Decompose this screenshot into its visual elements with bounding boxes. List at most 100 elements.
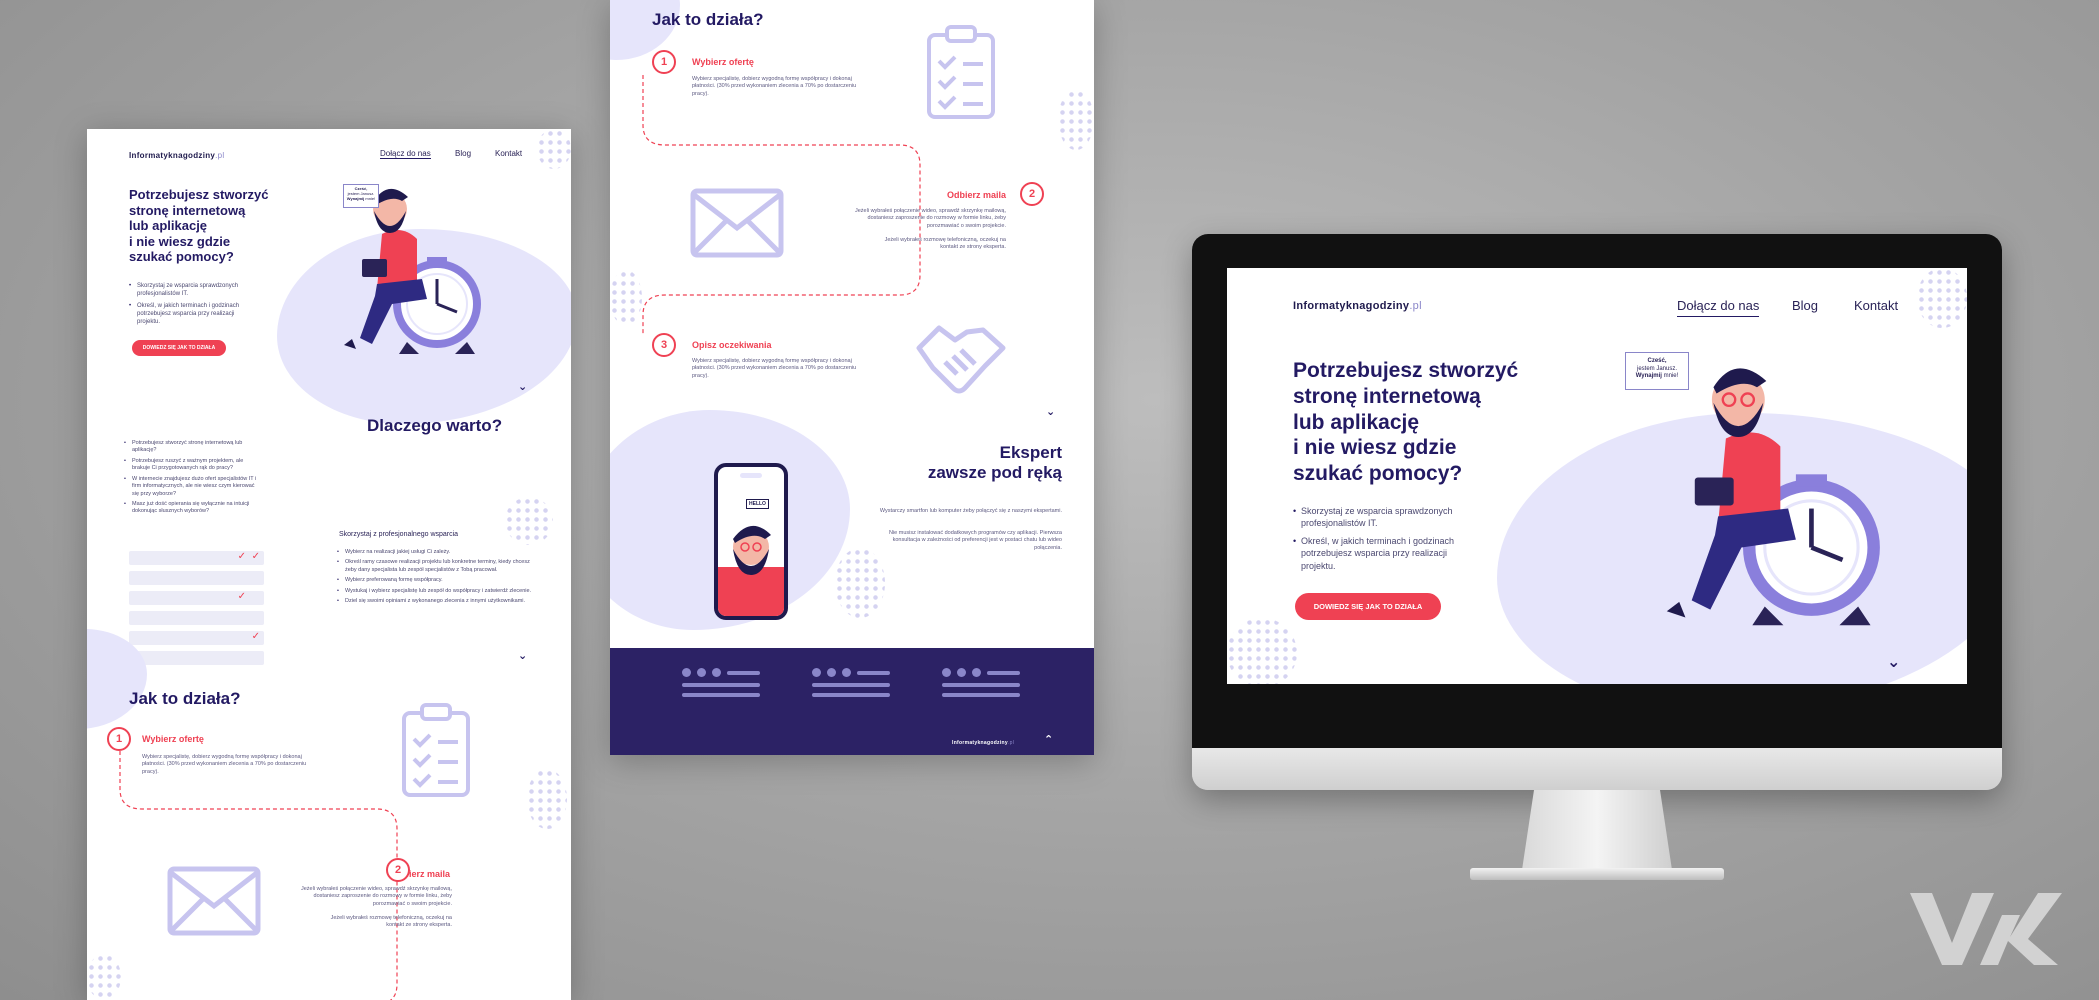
brand-name: Informatyknagodziny [1293,300,1410,312]
check-row [129,611,264,625]
middle-page-mockup: Jak to działa? 1 Wybierz ofertę Wybierz … [610,0,1094,755]
step-number: 2 [1020,182,1044,206]
check-row [129,651,264,665]
hero-bullet: Skorzystaj ze wsparcia sprawdzonych prof… [129,282,247,298]
step-title: Wybierz ofertę [142,734,204,744]
expert-title: Ekspert zawsze pod ręką [810,443,1062,482]
dots-decoration [610,270,642,326]
imac-screen-page: Informatyknagodziny.pl Dołącz do nas Blo… [1227,268,1967,684]
expert-text: Wystarczy smartfon lub komputer żeby poł… [879,508,1062,514]
checklist-illustration: ✓ ✓ ✓ ✓ [129,551,264,665]
imac-stand [1522,790,1672,870]
hero-bullets: Skorzystaj ze wsparcia sprawdzonych prof… [1293,505,1471,572]
brand-logo[interactable]: Informatyknagodziny.pl [129,151,225,160]
step-number: 3 [652,333,676,357]
phone-notch [740,473,762,478]
step-text: Jeżeli wybrałeś rozmowę telefoniczną, oc… [330,915,452,929]
imac-base [1470,868,1724,880]
scroll-top-icon[interactable]: ⌃ [1044,733,1053,746]
pro-support-list: Wybierz na realizacji jakiej usługi Ci z… [337,549,535,606]
step-text: Jeżeli wybrałeś rozmowę telefoniczną, oc… [884,237,1006,251]
learn-more-button[interactable]: DOWIEDZ SIĘ JAK TO DZIAŁA [132,340,226,356]
footer-column [812,668,890,697]
step-number: 2 [386,858,410,882]
hero-title-line: szukać pomocy? [1293,462,1463,486]
check-row: ✓ ✓ [129,551,264,565]
footer-column [682,668,760,697]
brand-name: Informatyknagodziny [129,151,216,160]
check-row: ✓ [129,591,264,605]
step-number: 1 [652,50,676,74]
scroll-down-icon[interactable]: ⌄ [1046,405,1055,418]
scroll-down-icon[interactable]: ⌄ [518,649,527,662]
step-text: Jeżeli wybrałeś połączenie wideo, sprawd… [300,886,452,907]
dots-decoration [527,769,567,829]
how-title: Jak to działa? [129,689,241,708]
hero-title: Potrzebujesz stworzyć stronę internetową… [129,187,299,265]
nav-blog[interactable]: Blog [1792,298,1818,313]
step-title: Opisz oczekiwania [692,340,772,350]
bubble-me: mnie! [365,195,376,201]
dots-decoration [537,129,571,169]
nav-contact[interactable]: Kontakt [1854,298,1898,313]
footer-logo[interactable]: Informatyknagodziny.pl [952,740,1014,746]
nav-contact[interactable]: Kontakt [495,149,522,158]
step-text: Wybierz specjalistę, dobierz wygodną for… [142,754,307,775]
pro-support-title: Skorzystaj z profesjonalnego wsparcia [339,531,459,538]
why-list: Potrzebujesz stworzyć stronę internetową… [124,440,262,516]
hero-title-line: stronę internetową [129,202,246,218]
how-title: Jak to działa? [652,10,764,29]
dots-decoration [1058,90,1094,150]
envelope-icon [690,188,784,258]
dots-decoration [505,497,553,545]
dots-decoration [835,548,885,618]
clipboard-icon [402,703,470,797]
imac-chin [1192,748,2002,790]
left-page-mockup: Informatyknagodziny.pl Dołącz do nas Blo… [87,129,571,1000]
pro-item: Wystukaj i wybierz specjalistę lub zespó… [337,588,535,596]
dots-decoration [87,954,121,1000]
footer: Informatyknagodziny.pl ⌃ [610,648,1094,755]
nav-blog[interactable]: Blog [455,149,471,158]
clipboard-icon [927,25,995,119]
brand-tld: .pl [1007,740,1015,746]
scroll-down-icon[interactable]: ⌄ [518,380,527,393]
hero-title-line: stronę internetową [1293,384,1481,408]
hero-title-line: i nie wiesz gdzie [129,233,231,249]
step-number: 1 [107,727,131,751]
handshake-icon [916,325,1006,394]
dots-decoration [1227,618,1297,684]
brand-tld: .pl [215,151,225,160]
why-item: Masz już dość opierania się wyłącznie na… [124,501,262,516]
person-clock-illustration [1666,368,1880,626]
scroll-down-icon[interactable]: ⌄ [1887,652,1900,672]
person-avatar [718,525,784,616]
hero-title: Potrzebujesz stworzyć stronę internetową… [1293,358,1583,487]
speech-bubble: Cześć, jestem Janusz. Wynajmij mnie! [343,184,379,208]
hero-title-line: i nie wiesz gdzie [1293,436,1457,460]
why-item: Potrzebujesz ruszyć z ważnym projektem, … [124,458,262,473]
brand-logo[interactable]: Informatyknagodziny.pl [1293,300,1422,312]
hero-title-line: Potrzebujesz stworzyć [129,187,269,202]
nav-join[interactable]: Dołącz do nas [380,149,431,159]
dots-decoration [1917,268,1967,328]
step-title: Odbierz maila [946,190,1006,200]
step-text: Wybierz specjalistę, dobierz wygodną for… [692,358,857,379]
envelope-icon [167,866,261,936]
brand-tld: .pl [1409,300,1422,312]
pro-item: Dziel się swoimi opiniami z wykonanego z… [337,598,535,606]
nav-join[interactable]: Dołącz do nas [1677,298,1760,317]
expert-title-line: zawsze pod ręką [927,462,1062,482]
brand-name: Informatyknagodziny [952,740,1008,746]
expert-title-line: Ekspert [999,443,1062,462]
why-item: W internecie znajdujesz dużo ofert specj… [124,476,262,498]
watermark-logo [1910,893,2062,965]
learn-more-button[interactable]: DOWIEDZ SIĘ JAK TO DZIAŁA [1295,593,1441,620]
bubble-hire: Wynajmij [346,195,365,201]
hero-bullet: Określ, w jakich terminach i godzinach p… [1293,535,1471,571]
hero-title-line: szukać pomocy? [129,249,234,265]
pro-item: Wybierz na realizacji jakiej usługi Ci z… [337,549,535,557]
pro-item: Określ ramy czasowe realizacji projektu … [337,559,535,574]
phone-illustration: HELLO [714,463,788,620]
step-title: Wybierz ofertę [692,57,754,67]
